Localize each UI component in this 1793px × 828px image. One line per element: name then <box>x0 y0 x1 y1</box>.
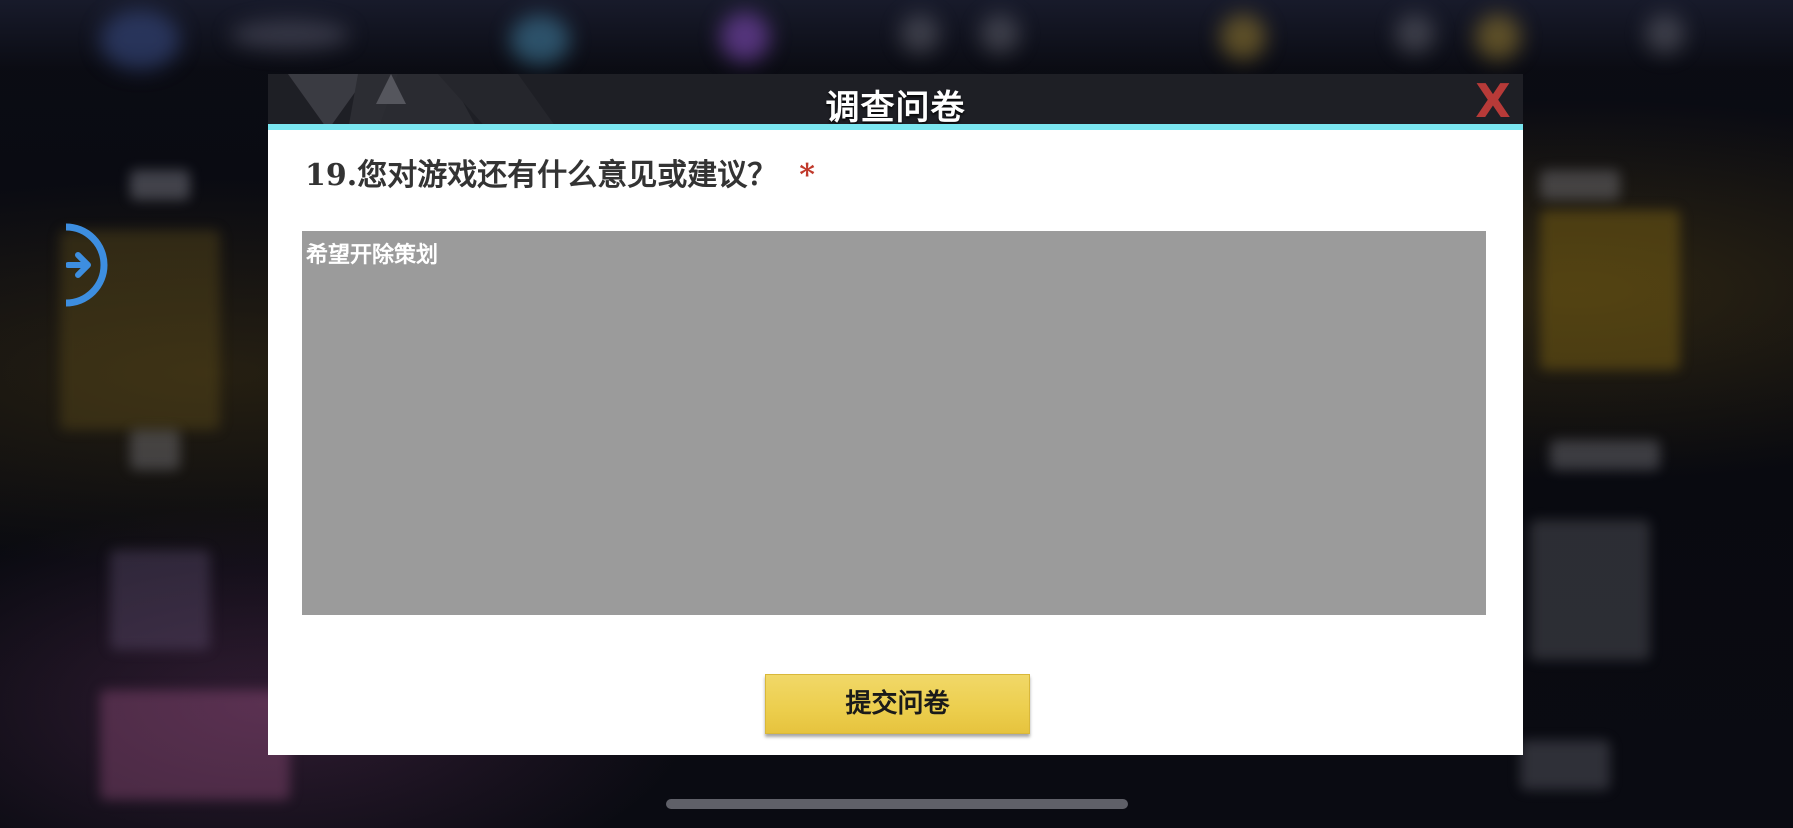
submit-button[interactable]: 提交问卷 <box>765 674 1030 734</box>
arrow-right-circle-icon[interactable] <box>66 221 154 309</box>
home-indicator[interactable] <box>666 799 1128 809</box>
background-decoration <box>1540 170 1620 200</box>
question-label: 19.您对游戏还有什么意见或建议？ <box>305 158 778 193</box>
required-mark: * <box>799 158 815 193</box>
close-icon[interactable]: X <box>1473 78 1513 124</box>
answer-textarea[interactable]: 希望开除策划 <box>302 231 1486 615</box>
background-decoration <box>1520 740 1610 790</box>
background-decoration <box>720 12 770 62</box>
question-text: 19.您对游戏还有什么意见或建议？ * <box>305 150 815 194</box>
background-decoration <box>1530 520 1650 660</box>
background-decoration <box>130 430 180 470</box>
header-accent-line <box>268 124 1523 130</box>
survey-dialog: 调查问卷 X 19.您对游戏还有什么意见或建议？ * 希望开除策划 提交问卷 <box>268 74 1523 755</box>
dialog-header: 调查问卷 X <box>268 74 1523 130</box>
dialog-title: 调查问卷 <box>825 88 966 128</box>
background-decoration <box>110 550 210 650</box>
background-decoration <box>1220 14 1266 60</box>
background-decoration <box>1645 14 1685 54</box>
background-decoration <box>100 10 180 70</box>
background-decoration <box>130 170 190 200</box>
background-decoration <box>1475 14 1521 60</box>
background-decoration <box>1550 440 1660 470</box>
background-decoration <box>1395 14 1435 54</box>
background-decoration <box>230 20 350 50</box>
background-decoration <box>1540 210 1680 370</box>
background-decoration <box>900 14 940 54</box>
game-screen: 调查问卷 X 19.您对游戏还有什么意见或建议？ * 希望开除策划 提交问卷 <box>0 0 1793 828</box>
background-decoration <box>510 15 570 65</box>
background-decoration <box>980 14 1020 54</box>
background-decoration <box>100 690 290 800</box>
